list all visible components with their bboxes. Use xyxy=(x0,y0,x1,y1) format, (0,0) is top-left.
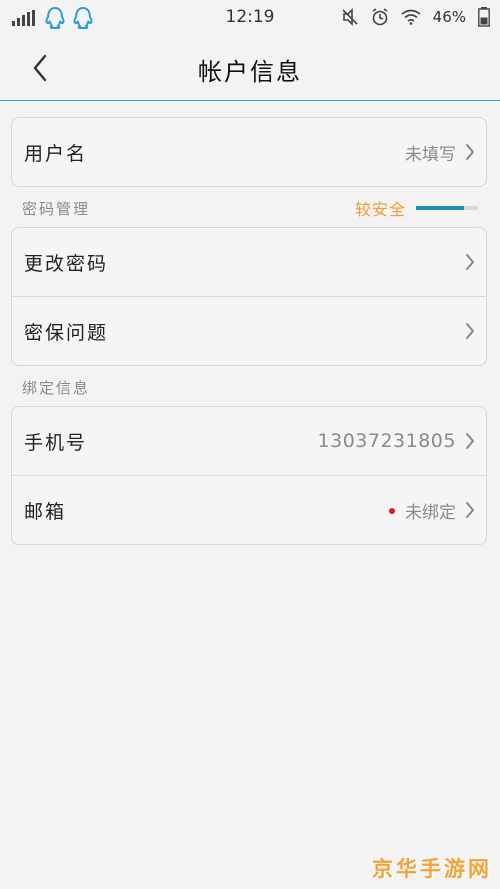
unbound-dot-icon xyxy=(389,507,395,514)
password-card: 更改密码 密保问题 xyxy=(11,227,487,366)
binding-section-label: 绑定信息 xyxy=(22,379,91,397)
alarm-icon xyxy=(372,8,388,26)
security-question-label: 密保问题 xyxy=(24,321,109,344)
email-value: 未绑定 xyxy=(405,502,456,523)
chevron-right-icon xyxy=(466,323,474,339)
phone-value: 13037231805 xyxy=(317,430,456,452)
password-section-label: 密码管理 xyxy=(22,200,91,218)
mute-icon xyxy=(342,8,358,26)
strength-bar-fill xyxy=(416,206,465,210)
username-value: 未填写 xyxy=(405,144,456,165)
username-card: 用户名 未填写 xyxy=(11,117,487,187)
binding-card: 手机号 13037231805 邮箱 未绑定 xyxy=(11,406,487,545)
chevron-right-icon xyxy=(466,144,474,160)
wifi-icon xyxy=(401,9,421,25)
app-header: 帐户信息 xyxy=(0,36,500,101)
change-password-label: 更改密码 xyxy=(24,252,109,275)
page-title: 帐户信息 xyxy=(198,58,302,86)
chevron-right-icon xyxy=(466,433,474,449)
strength-bar xyxy=(416,206,478,210)
phone-row[interactable]: 手机号 13037231805 xyxy=(12,407,486,475)
security-question-row[interactable]: 密保问题 xyxy=(12,296,486,365)
battery-percent: 46% xyxy=(432,8,466,26)
battery-icon xyxy=(478,7,490,27)
username-label: 用户名 xyxy=(24,142,88,165)
email-status: 未绑定 xyxy=(389,498,456,523)
strength-text: 较安全 xyxy=(354,200,406,219)
change-password-row[interactable]: 更改密码 xyxy=(12,228,486,296)
phone-label: 手机号 xyxy=(24,431,88,454)
chevron-right-icon xyxy=(466,502,474,518)
status-right: 46% xyxy=(341,7,490,27)
watermark-logo: 京华手游网 xyxy=(372,857,492,881)
email-row[interactable]: 邮箱 未绑定 xyxy=(12,475,486,544)
status-bar: 12:19 46% xyxy=(0,0,500,36)
chevron-right-icon xyxy=(466,254,474,270)
password-strength: 较安全 xyxy=(355,196,478,220)
email-label: 邮箱 xyxy=(24,500,67,523)
username-row[interactable]: 用户名 未填写 xyxy=(12,118,486,186)
